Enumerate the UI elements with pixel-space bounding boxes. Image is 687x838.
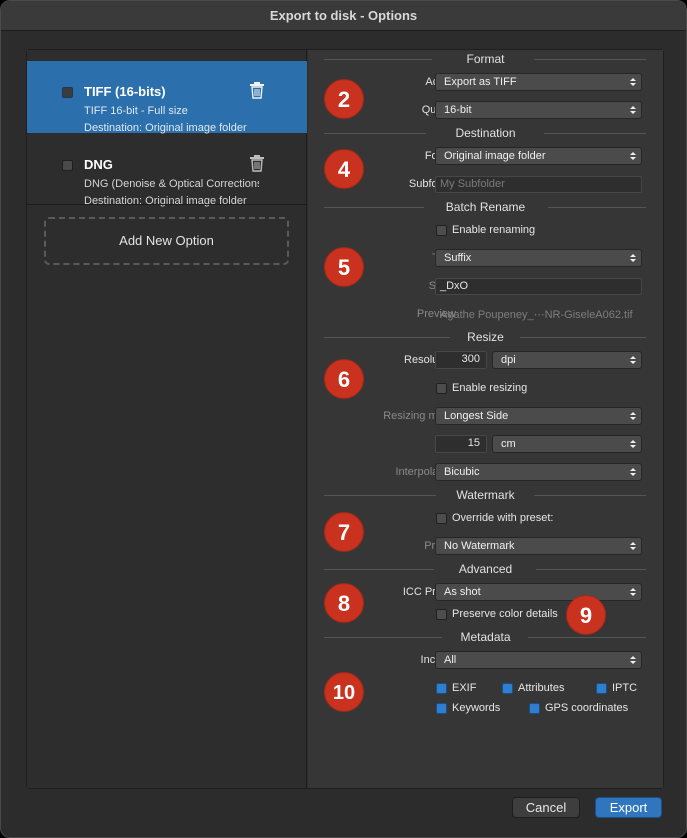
preserve-color-label: Preserve color details [452, 608, 558, 620]
action-value: Export as TIFF [444, 76, 517, 88]
preset-destination: Destination: Original image folder [84, 122, 247, 134]
trash-icon[interactable] [249, 81, 265, 99]
suffix-input[interactable]: _DxO [435, 278, 642, 295]
override-watermark-label: Override with preset: [452, 512, 554, 524]
watermark-preset-select[interactable]: No Watermark [435, 537, 642, 555]
section-title: Format [466, 52, 505, 66]
callout-badge-2: 2 [324, 79, 364, 119]
callout-badge-9: 9 [566, 595, 606, 635]
section-watermark: Watermark [308, 487, 663, 503]
resizing-mode-select[interactable]: Longest Side [435, 407, 642, 425]
section-metadata: Metadata [308, 629, 663, 645]
list-divider [27, 204, 307, 205]
resolution-unit-value: dpi [501, 354, 516, 366]
preserve-color-checkbox[interactable] [436, 609, 447, 620]
add-new-option-button[interactable]: Add New Option [44, 217, 289, 265]
metadata-include-value: All [444, 654, 457, 666]
interpolation-select[interactable]: Bicubic [435, 463, 642, 481]
section-title: Resize [467, 330, 504, 344]
size-input[interactable]: 15 [435, 435, 487, 453]
exif-label: EXIF [452, 682, 477, 694]
size-unit-value: cm [501, 438, 516, 450]
callout-badge-5: 5 [324, 247, 364, 287]
enable-resizing-label: Enable resizing [452, 382, 528, 394]
icc-profile-value: As shot [444, 586, 481, 598]
iptc-checkbox[interactable] [596, 683, 607, 694]
select-arrows-icon [630, 254, 636, 262]
keywords-label: Keywords [452, 702, 501, 714]
resolution-unit-select[interactable]: dpi [492, 351, 642, 369]
watermark-preset-value: No Watermark [444, 540, 515, 552]
attributes-label: Attributes [518, 682, 565, 694]
gps-label: GPS coordinates [545, 702, 629, 714]
preset-item-tiff[interactable]: TIFF (16-bits) TIFF 16-bit - Full size D… [27, 61, 307, 134]
select-arrows-icon [630, 542, 636, 550]
exif-checkbox[interactable] [436, 683, 447, 694]
section-title: Watermark [456, 488, 515, 502]
size-unit-select[interactable]: cm [492, 435, 642, 453]
export-button[interactable]: Export [595, 797, 662, 818]
quality-select[interactable]: 16-bit [435, 101, 642, 119]
section-title: Advanced [458, 562, 513, 576]
icc-profile-select[interactable]: As shot [435, 583, 642, 601]
preset-destination: Destination: Original image folder [84, 195, 247, 207]
callout-badge-4: 4 [324, 149, 364, 189]
callout-badge-6: 6 [324, 359, 364, 399]
select-arrows-icon [630, 412, 636, 420]
enable-resizing-checkbox[interactable] [436, 383, 447, 394]
action-select[interactable]: Export as TIFF [435, 73, 642, 91]
enable-renaming-checkbox[interactable] [436, 225, 447, 236]
folder-select[interactable]: Original image folder [435, 147, 642, 165]
interpolation-value: Bicubic [444, 466, 480, 478]
gps-checkbox[interactable] [529, 703, 540, 714]
preset-name: TIFF (16-bits) [84, 84, 166, 99]
preview-value: Agathe Poupeney_⋯NR-GiseleA062.tif [440, 309, 633, 321]
trash-icon[interactable] [249, 154, 265, 172]
export-dialog: Export to disk - Options TIFF (16-bits) … [0, 0, 687, 838]
select-arrows-icon [630, 356, 636, 364]
select-arrows-icon [630, 588, 636, 596]
section-advanced: Advanced [308, 561, 663, 577]
metadata-include-select[interactable]: All [435, 651, 642, 669]
section-title: Metadata [460, 630, 511, 644]
keywords-checkbox[interactable] [436, 703, 447, 714]
section-title: Batch Rename [445, 200, 526, 214]
preset-description: TIFF 16-bit - Full size [84, 105, 188, 117]
select-arrows-icon [630, 106, 636, 114]
select-arrows-icon [630, 152, 636, 160]
preset-item-dng[interactable]: DNG DNG (Denoise & Optical Corrections) … [27, 134, 307, 207]
section-destination: Destination [308, 125, 663, 141]
subfolder-input[interactable]: My Subfolder [435, 176, 642, 193]
select-arrows-icon [630, 656, 636, 664]
select-arrows-icon [630, 468, 636, 476]
section-batch-rename: Batch Rename [308, 199, 663, 215]
preset-description: DNG (Denoise & Optical Corrections) [84, 178, 259, 190]
preset-enable-checkbox[interactable] [62, 160, 73, 171]
rename-type-value: Suffix [444, 252, 472, 264]
preset-name: DNG [84, 157, 113, 172]
preset-list: TIFF (16-bits) TIFF 16-bit - Full size D… [27, 50, 307, 788]
select-arrows-icon [630, 78, 636, 86]
section-title: Destination [455, 126, 516, 140]
callout-badge-10: 10 [324, 672, 364, 712]
resolution-input[interactable]: 300 [435, 351, 487, 369]
quality-value: 16-bit [444, 104, 472, 116]
folder-value: Original image folder [444, 150, 546, 162]
preset-enable-checkbox[interactable] [62, 87, 73, 98]
window-title: Export to disk - Options [1, 1, 686, 31]
callout-badge-7: 7 [324, 512, 364, 552]
callout-badge-8: 8 [324, 583, 364, 623]
iptc-label: IPTC [612, 682, 638, 694]
select-arrows-icon [630, 440, 636, 448]
resizing-mode-value: Longest Side [444, 410, 509, 422]
attributes-checkbox[interactable] [502, 683, 513, 694]
section-format: Format [308, 51, 663, 67]
rename-type-select[interactable]: Suffix [435, 249, 642, 267]
enable-renaming-label: Enable renaming [452, 224, 536, 236]
cancel-button[interactable]: Cancel [512, 797, 580, 818]
section-resize: Resize [308, 329, 663, 345]
override-watermark-checkbox[interactable] [436, 513, 447, 524]
